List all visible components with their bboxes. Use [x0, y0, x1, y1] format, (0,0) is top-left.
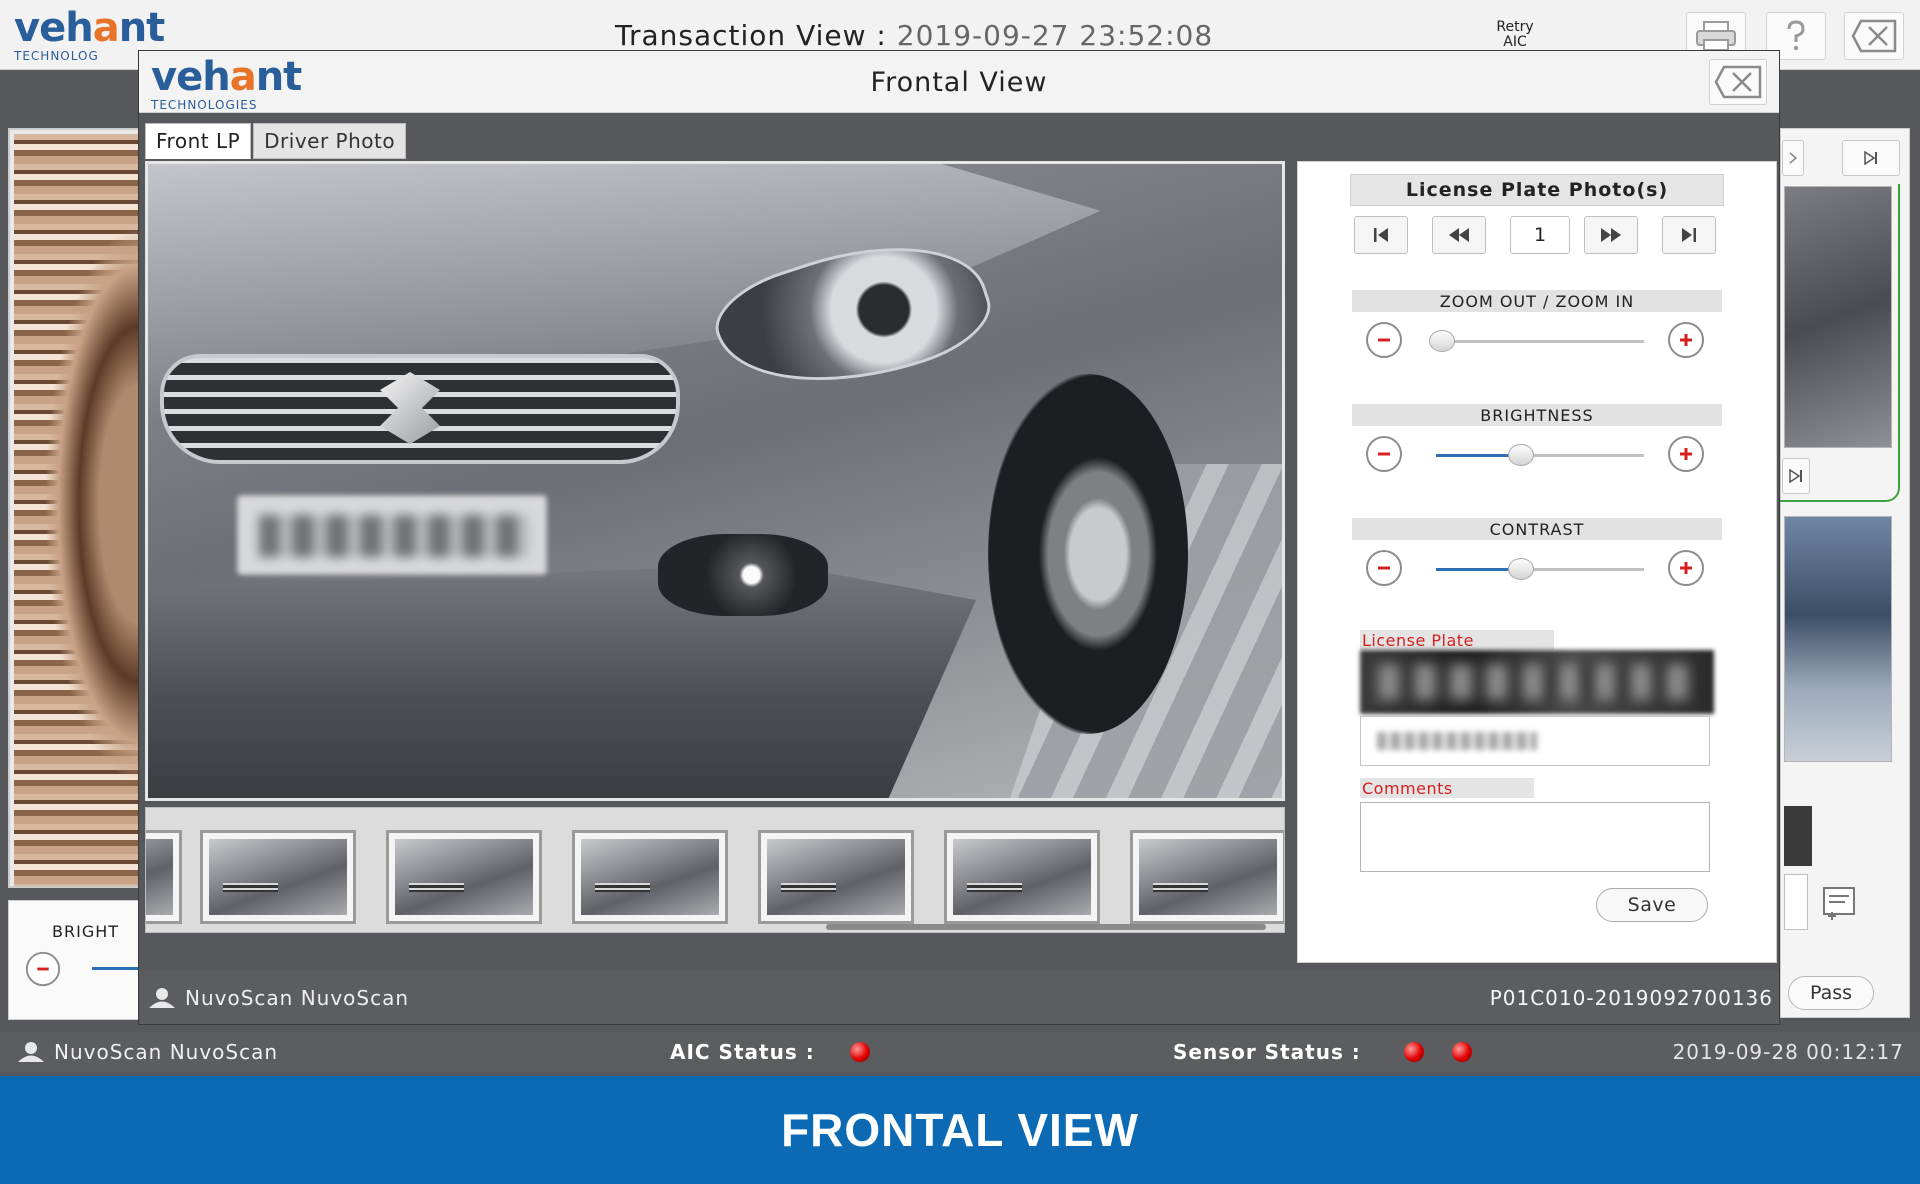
status-user: NuvoScan NuvoScan — [16, 1040, 278, 1064]
photo-page-indicator[interactable]: 1 — [1510, 216, 1570, 254]
page-title: Transaction View : 2019-09-27 23:52:08 — [615, 19, 1214, 52]
background-last-button[interactable] — [1842, 140, 1900, 176]
user-icon — [149, 988, 175, 1008]
printer-icon — [1696, 21, 1736, 51]
transaction-timestamp: 2019-09-27 23:52:08 — [896, 19, 1214, 52]
background-next-button[interactable] — [1782, 140, 1804, 176]
last-photo-button[interactable] — [1662, 216, 1716, 254]
blurred-plate-text — [1377, 732, 1537, 750]
app-close-button[interactable] — [1844, 12, 1904, 60]
close-icon — [1714, 65, 1762, 99]
contrast-increase-button[interactable] — [1666, 548, 1706, 588]
dialog-footer-user: NuvoScan NuvoScan — [147, 986, 409, 1010]
zoom-slider-handle[interactable] — [1429, 330, 1456, 352]
close-icon — [1851, 19, 1897, 53]
dialog-footer: NuvoScan NuvoScan P01C010-2019092700136 — [139, 971, 1779, 1024]
pass-button[interactable]: Pass — [1788, 976, 1874, 1010]
blurred-license-plate — [236, 494, 548, 576]
filmstrip-thumbnail[interactable] — [758, 830, 914, 924]
user-icon — [18, 1042, 44, 1062]
skip-end-icon — [1789, 469, 1802, 483]
filmstrip-scrollbar[interactable] — [826, 924, 1266, 930]
status-clock: 2019-09-28 00:12:17 — [1672, 1040, 1904, 1064]
add-note-icon[interactable] — [1820, 884, 1860, 924]
background-text-box[interactable] — [1784, 874, 1808, 930]
sensor-status-label: Sensor Status : — [1173, 1040, 1361, 1064]
tab-front-lp[interactable]: Front LP — [145, 123, 252, 159]
filmstrip-thumbnail[interactable] — [1130, 830, 1284, 924]
aic-status-label: AIC Status : — [670, 1040, 815, 1064]
sensor-status-indicator-2 — [1452, 1042, 1472, 1062]
skip-start-icon — [1374, 228, 1388, 242]
help-icon — [1787, 20, 1805, 51]
zoom-label: ZOOM OUT / ZOOM IN — [1352, 290, 1722, 312]
license-plate-label: License Plate — [1360, 630, 1554, 650]
rewind-icon — [1449, 228, 1469, 242]
contrast-slider-handle[interactable] — [1508, 558, 1535, 580]
zoom-in-button[interactable] — [1666, 320, 1706, 360]
first-photo-button[interactable] — [1354, 216, 1408, 254]
front-vehicle-photo[interactable] — [145, 161, 1285, 801]
tab-driver-photo[interactable]: Driver Photo — [253, 123, 407, 159]
brightness-increase-button[interactable] — [1666, 434, 1706, 474]
contrast-slider[interactable] — [1436, 558, 1644, 580]
frontal-view-dialog: vehant TECHNOLOGIES Frontal View Front L… — [138, 50, 1780, 1025]
fast-forward-icon — [1601, 228, 1621, 242]
contrast-decrease-button[interactable] — [1364, 548, 1404, 588]
aic-status-indicator — [850, 1042, 870, 1062]
background-driver-thumbnail[interactable] — [1784, 516, 1892, 762]
dialog-title: Frontal View — [870, 67, 1048, 98]
adjustment-panel: License Plate Photo(s) 1 ZOOM OUT / ZOOM… — [1297, 161, 1777, 963]
next-photo-button[interactable] — [1584, 216, 1638, 254]
brightness-decrease-button[interactable] — [1364, 434, 1404, 474]
filmstrip-thumbnail[interactable] — [572, 830, 728, 924]
background-vehicle-image-panel — [8, 128, 143, 888]
brightness-slider-handle[interactable] — [1508, 444, 1535, 466]
skip-end-icon — [1864, 151, 1877, 165]
background-skip-button[interactable] — [1782, 458, 1810, 494]
retry-aic-button[interactable]: Retry AIC — [1490, 20, 1540, 50]
comments-input[interactable] — [1360, 802, 1710, 872]
zoom-slider[interactable] — [1429, 330, 1644, 352]
frontal-view-banner: FRONTAL VIEW — [0, 1076, 1920, 1184]
license-plate-input[interactable] — [1360, 716, 1710, 766]
background-dark-block — [1784, 806, 1812, 866]
background-undercarriage-image — [14, 134, 141, 886]
filmstrip-thumbnail[interactable] — [200, 830, 356, 924]
zoom-out-button[interactable] — [1364, 320, 1404, 360]
filmstrip-thumbnail[interactable] — [944, 830, 1100, 924]
sensor-status-indicator-1 — [1404, 1042, 1424, 1062]
dialog-header: vehant TECHNOLOGIES Frontal View — [139, 51, 1779, 113]
contrast-label: CONTRAST — [1352, 518, 1722, 540]
previous-photo-button[interactable] — [1432, 216, 1486, 254]
dialog-close-button[interactable] — [1709, 59, 1767, 105]
view-tabs: Front LP Driver Photo — [145, 123, 407, 159]
license-plate-photos-header: License Plate Photo(s) — [1350, 174, 1724, 206]
status-bar: NuvoScan NuvoScan AIC Status : Sensor St… — [0, 1032, 1920, 1072]
filmstrip-thumbnail[interactable] — [146, 830, 182, 924]
skip-end-icon — [1682, 228, 1696, 242]
background-brightness-minus-icon[interactable] — [24, 950, 62, 988]
brightness-slider[interactable] — [1436, 444, 1644, 466]
save-button[interactable]: Save — [1596, 888, 1708, 922]
background-selection-highlight — [1778, 184, 1900, 502]
license-plate-crop-image — [1360, 650, 1714, 714]
photo-filmstrip — [145, 807, 1285, 933]
comments-label: Comments — [1360, 778, 1534, 798]
background-brightness-label: BRIGHT — [52, 922, 120, 941]
brightness-label: BRIGHTNESS — [1352, 404, 1722, 426]
chevron-right-icon — [1789, 152, 1798, 164]
filmstrip-thumbnail[interactable] — [386, 830, 542, 924]
transaction-id: P01C010-2019092700136 — [1489, 986, 1773, 1010]
